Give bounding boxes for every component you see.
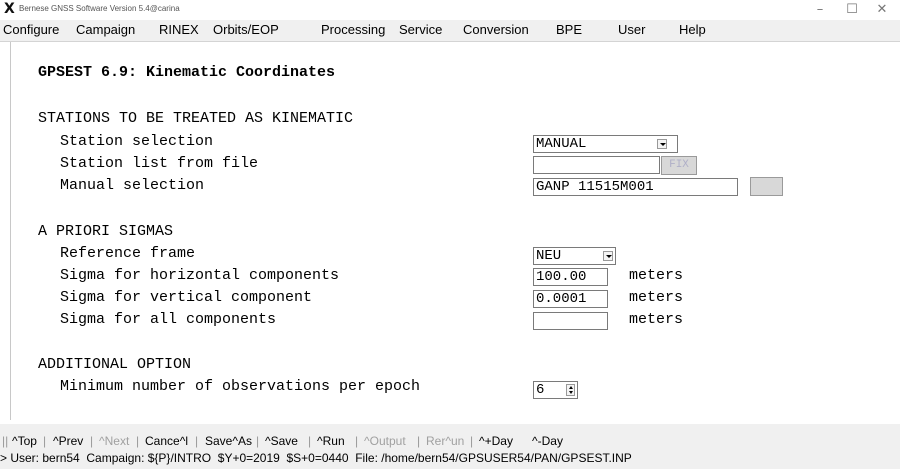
station-selection-dropdown[interactable]: MANUAL <box>533 135 678 153</box>
separator: || <box>2 434 9 448</box>
station-list-label: Station list from file <box>60 155 259 172</box>
menu-conversion[interactable]: Conversion <box>463 22 529 37</box>
separator: | <box>256 434 260 448</box>
chevron-down-icon[interactable] <box>603 251 613 261</box>
sigma-all-input[interactable] <box>533 312 608 330</box>
separator: | <box>195 434 199 448</box>
x-logo-icon: X <box>4 1 15 17</box>
station-list-input[interactable] <box>533 156 660 174</box>
sigma-horizontal-label: Sigma for horizontal components <box>60 267 340 284</box>
reference-frame-label: Reference frame <box>60 245 196 262</box>
sigma-vertical-unit: meters <box>629 289 684 306</box>
top-button[interactable]: ^Top <box>12 434 37 448</box>
minus-day-button[interactable]: ^-Day <box>532 434 563 448</box>
prev-button[interactable]: ^Prev <box>53 434 83 448</box>
min-observations-value: 6 <box>536 382 545 398</box>
maximize-button[interactable]: ☐ <box>838 1 866 19</box>
menu-orbits-eop[interactable]: Orbits/EOP <box>213 22 279 37</box>
close-button[interactable]: ✕ <box>868 1 896 19</box>
separator: | <box>417 434 421 448</box>
input-panel: GPSEST 6.9: Kinematic Coordinates STATIO… <box>0 42 900 424</box>
sigma-horizontal-unit: meters <box>629 267 684 284</box>
manual-selection-input[interactable]: GANP 11515M001 <box>533 178 738 196</box>
reference-frame-dropdown[interactable]: NEU <box>533 247 616 265</box>
manual-selection-label: Manual selection <box>60 177 205 194</box>
manual-selection-browse-button[interactable] <box>750 177 783 196</box>
min-observations-stepper[interactable]: 6 <box>533 381 578 399</box>
menu-help[interactable]: Help <box>679 22 706 37</box>
panel-border <box>10 42 11 420</box>
section-kinematic-stations: STATIONS TO BE TREATED AS KINEMATIC <box>38 110 354 127</box>
rerun-button[interactable]: Rer^un <box>426 434 464 448</box>
fix-button[interactable]: FIX <box>661 156 697 175</box>
station-selection-value: MANUAL <box>536 136 587 152</box>
separator: | <box>470 434 474 448</box>
output-button[interactable]: ^Output <box>364 434 406 448</box>
sigma-vertical-label: Sigma for vertical component <box>60 289 313 306</box>
status-line: > User: bern54 Campaign: ${P}/INTRO $Y+0… <box>0 451 900 469</box>
menu-campaign[interactable]: Campaign <box>76 22 135 37</box>
menu-user[interactable]: User <box>618 22 645 37</box>
save-as-button[interactable]: Save^As <box>205 434 252 448</box>
next-button[interactable]: ^Next <box>99 434 129 448</box>
separator: | <box>90 434 94 448</box>
command-bar: || ^Top | ^Prev | ^Next | Cance^l | Save… <box>0 432 900 450</box>
min-observations-label: Minimum number of observations per epoch <box>60 378 421 395</box>
window-title: Bernese GNSS Software Version 5.4@carina <box>19 4 180 13</box>
menu-processing[interactable]: Processing <box>321 22 385 37</box>
menu-service[interactable]: Service <box>399 22 442 37</box>
cancel-button[interactable]: Cance^l <box>145 434 188 448</box>
station-selection-label: Station selection <box>60 133 214 150</box>
menu-rinex[interactable]: RINEX <box>159 22 199 37</box>
section-a-priori-sigmas: A PRIORI SIGMAS <box>38 223 174 240</box>
minimize-button[interactable]: – <box>806 1 834 19</box>
run-button[interactable]: ^Run <box>317 434 345 448</box>
sigma-vertical-input[interactable]: 0.0001 <box>533 290 608 308</box>
menu-bar: Configure Campaign RINEX Orbits/EOP Proc… <box>0 20 900 42</box>
separator: | <box>43 434 47 448</box>
panel-heading: GPSEST 6.9: Kinematic Coordinates <box>38 64 336 81</box>
title-bar: X Bernese GNSS Software Version 5.4@cari… <box>0 0 900 20</box>
reference-frame-value: NEU <box>536 248 562 264</box>
chevron-down-icon[interactable] <box>657 139 667 149</box>
save-button[interactable]: ^Save <box>265 434 298 448</box>
sigma-all-label: Sigma for all components <box>60 311 277 328</box>
separator: | <box>136 434 140 448</box>
plus-day-button[interactable]: ^+Day <box>479 434 513 448</box>
section-additional-option: ADDITIONAL OPTION <box>38 356 192 373</box>
separator: | <box>355 434 359 448</box>
sigma-all-unit: meters <box>629 311 684 328</box>
menu-configure[interactable]: Configure <box>3 22 59 37</box>
menu-bpe[interactable]: BPE <box>556 22 582 37</box>
spinner-arrows-icon[interactable] <box>566 384 575 396</box>
separator: | <box>308 434 312 448</box>
sigma-horizontal-input[interactable]: 100.00 <box>533 268 608 286</box>
